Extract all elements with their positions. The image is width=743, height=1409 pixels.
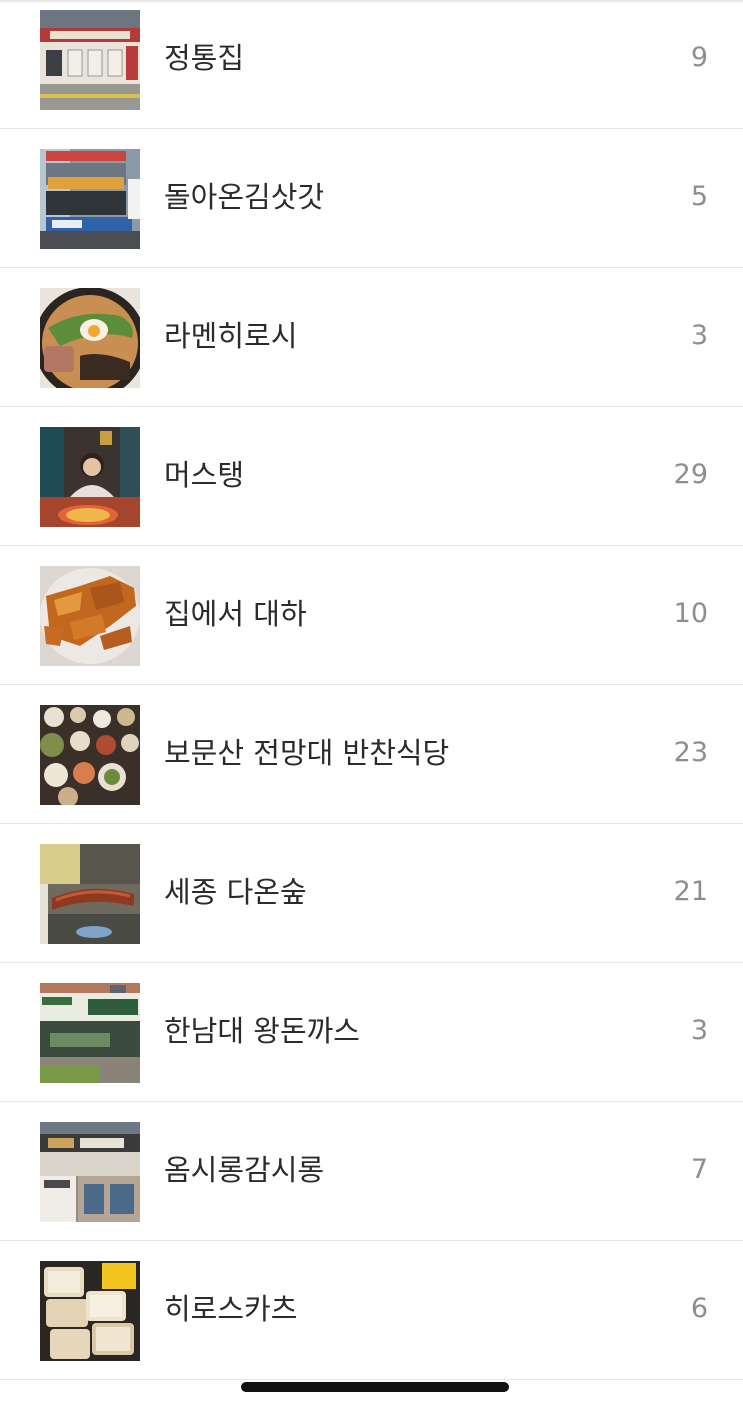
album-thumbnail <box>40 288 140 388</box>
album-name: 집에서 대하 <box>164 597 307 631</box>
album-list: 정통집 9 돌아온김삿갓 5 라멘히로시 3 머스탱 29 집에서 대하 10 … <box>0 0 743 1380</box>
album-row[interactable]: 집에서 대하 10 <box>0 546 743 685</box>
album-photo-count: 21 <box>673 876 708 907</box>
album-thumbnail <box>40 705 140 805</box>
album-row[interactable]: 한남대 왕돈까스 3 <box>0 963 743 1102</box>
album-photo-count: 7 <box>690 1154 708 1185</box>
album-row[interactable]: 옴시롱감시롱 7 <box>0 1102 743 1241</box>
album-row[interactable]: 라멘히로시 3 <box>0 268 743 407</box>
album-name: 보문산 전망대 반찬식당 <box>164 736 450 770</box>
album-photo-count: 6 <box>690 1293 708 1324</box>
album-thumbnail <box>40 10 140 110</box>
album-name: 머스탱 <box>164 458 245 492</box>
home-indicator-bar[interactable] <box>241 1382 509 1392</box>
album-photo-count: 23 <box>673 737 708 768</box>
album-name: 돌아온김삿갓 <box>164 180 325 214</box>
album-name: 옴시롱감시롱 <box>164 1153 325 1187</box>
album-name: 세종 다온숲 <box>164 875 307 909</box>
album-row[interactable]: 머스탱 29 <box>0 407 743 546</box>
album-photo-count: 9 <box>690 42 708 73</box>
album-photo-count: 29 <box>673 459 708 490</box>
album-thumbnail <box>40 844 140 944</box>
album-thumbnail <box>40 427 140 527</box>
album-photo-count: 3 <box>690 320 708 351</box>
album-name: 히로스카츠 <box>164 1292 298 1326</box>
album-thumbnail <box>40 566 140 666</box>
album-photo-count: 10 <box>673 598 708 629</box>
album-row[interactable]: 히로스카츠 6 <box>0 1241 743 1380</box>
album-row[interactable]: 세종 다온숲 21 <box>0 824 743 963</box>
album-photo-count: 3 <box>690 1015 708 1046</box>
album-thumbnail <box>40 149 140 249</box>
album-name: 정통집 <box>164 41 245 75</box>
album-name: 한남대 왕돈까스 <box>164 1014 360 1048</box>
album-row[interactable]: 돌아온김삿갓 5 <box>0 129 743 268</box>
album-thumbnail <box>40 1122 140 1222</box>
album-name: 라멘히로시 <box>164 319 298 353</box>
album-thumbnail <box>40 1261 140 1361</box>
album-photo-count: 5 <box>690 181 708 212</box>
album-thumbnail <box>40 983 140 1083</box>
album-row[interactable]: 보문산 전망대 반찬식당 23 <box>0 685 743 824</box>
album-row[interactable]: 정통집 9 <box>0 0 743 129</box>
